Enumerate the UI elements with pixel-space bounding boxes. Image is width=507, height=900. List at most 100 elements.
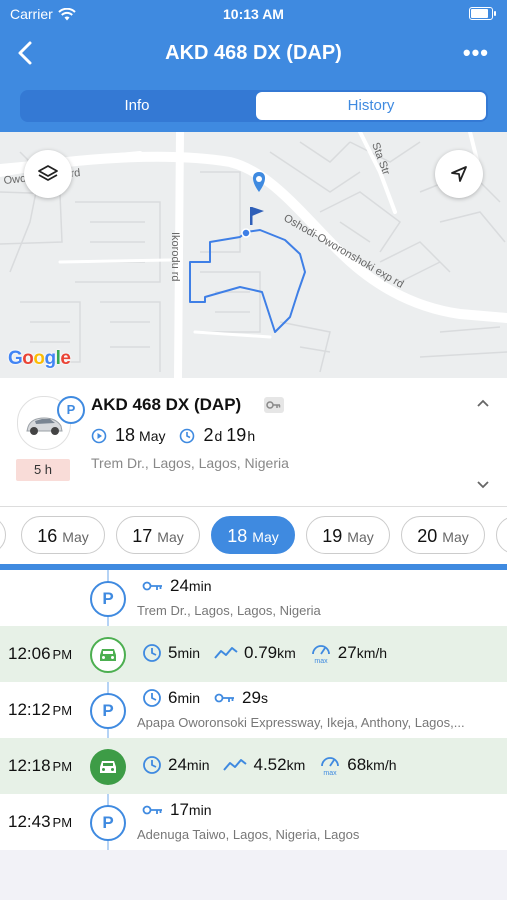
- date-and-elapsed: 18 May 2 d 19 h: [91, 425, 255, 446]
- date-day: 18: [227, 526, 248, 546]
- clock-icon: [143, 644, 161, 662]
- clock-icon: [143, 756, 161, 774]
- more-button[interactable]: •••: [463, 40, 489, 66]
- date-month: May: [442, 529, 469, 545]
- row-address: Apapa Oworonsoki Expressway, Ikeja, Anth…: [137, 715, 465, 730]
- date-pill-20[interactable]: 20 May: [401, 516, 485, 554]
- locate-button[interactable]: [435, 150, 483, 198]
- trip-duration: 24: [168, 755, 187, 774]
- clock-icon: [143, 689, 161, 707]
- elapsed-hours: 19: [226, 425, 247, 445]
- date-month: May: [157, 529, 184, 545]
- vehicle-card[interactable]: P 5 h AKD 468 DX (DAP) 18 May 2 d 19 h T…: [0, 378, 507, 506]
- distance-unit: km: [277, 645, 296, 661]
- row-stats: 6 min 29 s: [142, 688, 282, 708]
- page-title: AKD 468 DX (DAP): [165, 42, 342, 64]
- elapsed-hours-unit: h: [247, 427, 256, 444]
- elapsed-days: 2: [203, 425, 214, 445]
- row-time: 12:43 PM: [8, 812, 73, 831]
- empty-area: [0, 850, 507, 900]
- parking-icon: P: [90, 805, 126, 841]
- elapsed-days-unit: d: [214, 427, 223, 444]
- car-icon: [90, 637, 126, 673]
- trip-duration: 5: [168, 643, 178, 662]
- duration-unit: min: [186, 757, 210, 773]
- status-bar: Carrier 10:13 AM: [0, 0, 507, 28]
- segmented-control: Info History: [20, 90, 488, 122]
- speedometer-icon: max: [311, 645, 330, 664]
- battery-icon: [469, 7, 496, 20]
- key-icon: [214, 693, 235, 703]
- key-icon: [142, 581, 162, 591]
- history-row-trip[interactable]: 12:18 PM 24 min 4.52 km max 68 km/h: [0, 738, 507, 794]
- row-time: [8, 570, 10, 626]
- row-address: Trem Dr., Lagos, Lagos, Nigeria: [137, 603, 321, 618]
- duration-unit: min: [177, 645, 201, 661]
- date-pill-partial-right[interactable]: [496, 516, 507, 554]
- nav-bar: AKD 468 DX (DAP) ••• Info History: [0, 28, 507, 132]
- duration-unit: min: [177, 690, 201, 706]
- duration-badge: 5 h: [16, 459, 70, 481]
- date-month: May: [252, 529, 279, 545]
- row-stats: 17 min: [142, 800, 225, 820]
- ignition-unit: s: [260, 690, 268, 706]
- row-stats: 24 min 4.52 km max 68 km/h: [142, 754, 411, 776]
- key-icon: [142, 805, 162, 815]
- date-month: May: [62, 529, 89, 545]
- map-layers-button[interactable]: [24, 150, 72, 198]
- history-list: P 24 min Trem Dr., Lagos, Lagos, Nigeria …: [0, 570, 507, 850]
- clock-icon: [180, 428, 195, 443]
- duration-unit: min: [188, 578, 212, 594]
- speed-unit: km/h: [366, 757, 397, 773]
- tab-history[interactable]: History: [256, 92, 486, 120]
- date-month: May: [347, 529, 374, 545]
- date-day: 19: [322, 526, 343, 546]
- history-row-parking[interactable]: P 24 min Trem Dr., Lagos, Lagos, Nigeria: [0, 570, 507, 626]
- street-label-ikorodu: Ikorodu rd: [169, 232, 181, 282]
- distance-unit: km: [286, 757, 306, 773]
- row-stats: 5 min 0.79 km max 27 km/h: [142, 642, 401, 664]
- tab-info[interactable]: Info: [22, 92, 252, 120]
- row-address: Adenuga Taiwo, Lagos, Nigeria, Lagos: [137, 827, 360, 842]
- speedometer-icon: max: [321, 757, 340, 776]
- chevron-up-icon[interactable]: [476, 396, 490, 410]
- max-speed: 27: [337, 643, 357, 662]
- parking-icon: P: [90, 581, 126, 617]
- trip-distance: 4.52: [253, 755, 287, 774]
- status-time: 10:13 AM: [223, 6, 284, 22]
- history-row-parking[interactable]: 12:43 PM P 17 min Adenuga Taiwo, Lagos, Ni…: [0, 794, 507, 850]
- map-streets: Oshodi-Oworonshoki exp rd Ikorodu rd Owo…: [0, 132, 507, 378]
- map-view[interactable]: Oshodi-Oworonshoki exp rd Ikorodu rd Owo…: [0, 132, 507, 378]
- google-logo: Google: [8, 348, 71, 369]
- speed-unit: km/h: [356, 645, 388, 661]
- date-pill-16[interactable]: 16 May: [21, 516, 105, 554]
- date-day: 16: [37, 526, 58, 546]
- chevron-down-icon[interactable]: [476, 478, 490, 492]
- date-month: May: [139, 427, 166, 444]
- trend-line-icon: [223, 759, 248, 771]
- parking-icon: P: [90, 693, 126, 729]
- play-circle-icon: [91, 428, 107, 443]
- history-row-parking[interactable]: 12:12 PM P 6 min 29 s Apapa Oworonsoki Expr…: [0, 682, 507, 738]
- svg-text:max: max: [314, 658, 328, 664]
- parking-duration: 24: [170, 576, 189, 595]
- trend-line-icon: [214, 647, 238, 659]
- history-row-trip[interactable]: 12:06 PM 5 min 0.79 km max 27 km/h: [0, 626, 507, 682]
- date-day: 17: [132, 526, 153, 546]
- date-pill-17[interactable]: 17 May: [116, 516, 200, 554]
- date-pill-18[interactable]: 18 May: [211, 516, 295, 554]
- row-stats: 24 min: [142, 576, 225, 596]
- row-time: 12:12 PM: [8, 700, 73, 719]
- row-time: 12:18 PM: [8, 756, 73, 775]
- ignition-duration: 29: [242, 688, 261, 707]
- trip-distance: 0.79: [244, 643, 278, 662]
- date-pill-19[interactable]: 19 May: [306, 516, 390, 554]
- date-pill-partial[interactable]: [0, 516, 6, 554]
- navigation-arrow-icon: [451, 166, 467, 182]
- date-day: 20: [417, 526, 438, 546]
- date-selector[interactable]: 16 May 17 May 18 May 19 May 20 May: [0, 506, 507, 565]
- max-speed: 68: [347, 755, 367, 774]
- layers-icon: [38, 165, 58, 181]
- duration-unit: min: [188, 802, 212, 818]
- vehicle-name: AKD 468 DX (DAP): [91, 395, 242, 414]
